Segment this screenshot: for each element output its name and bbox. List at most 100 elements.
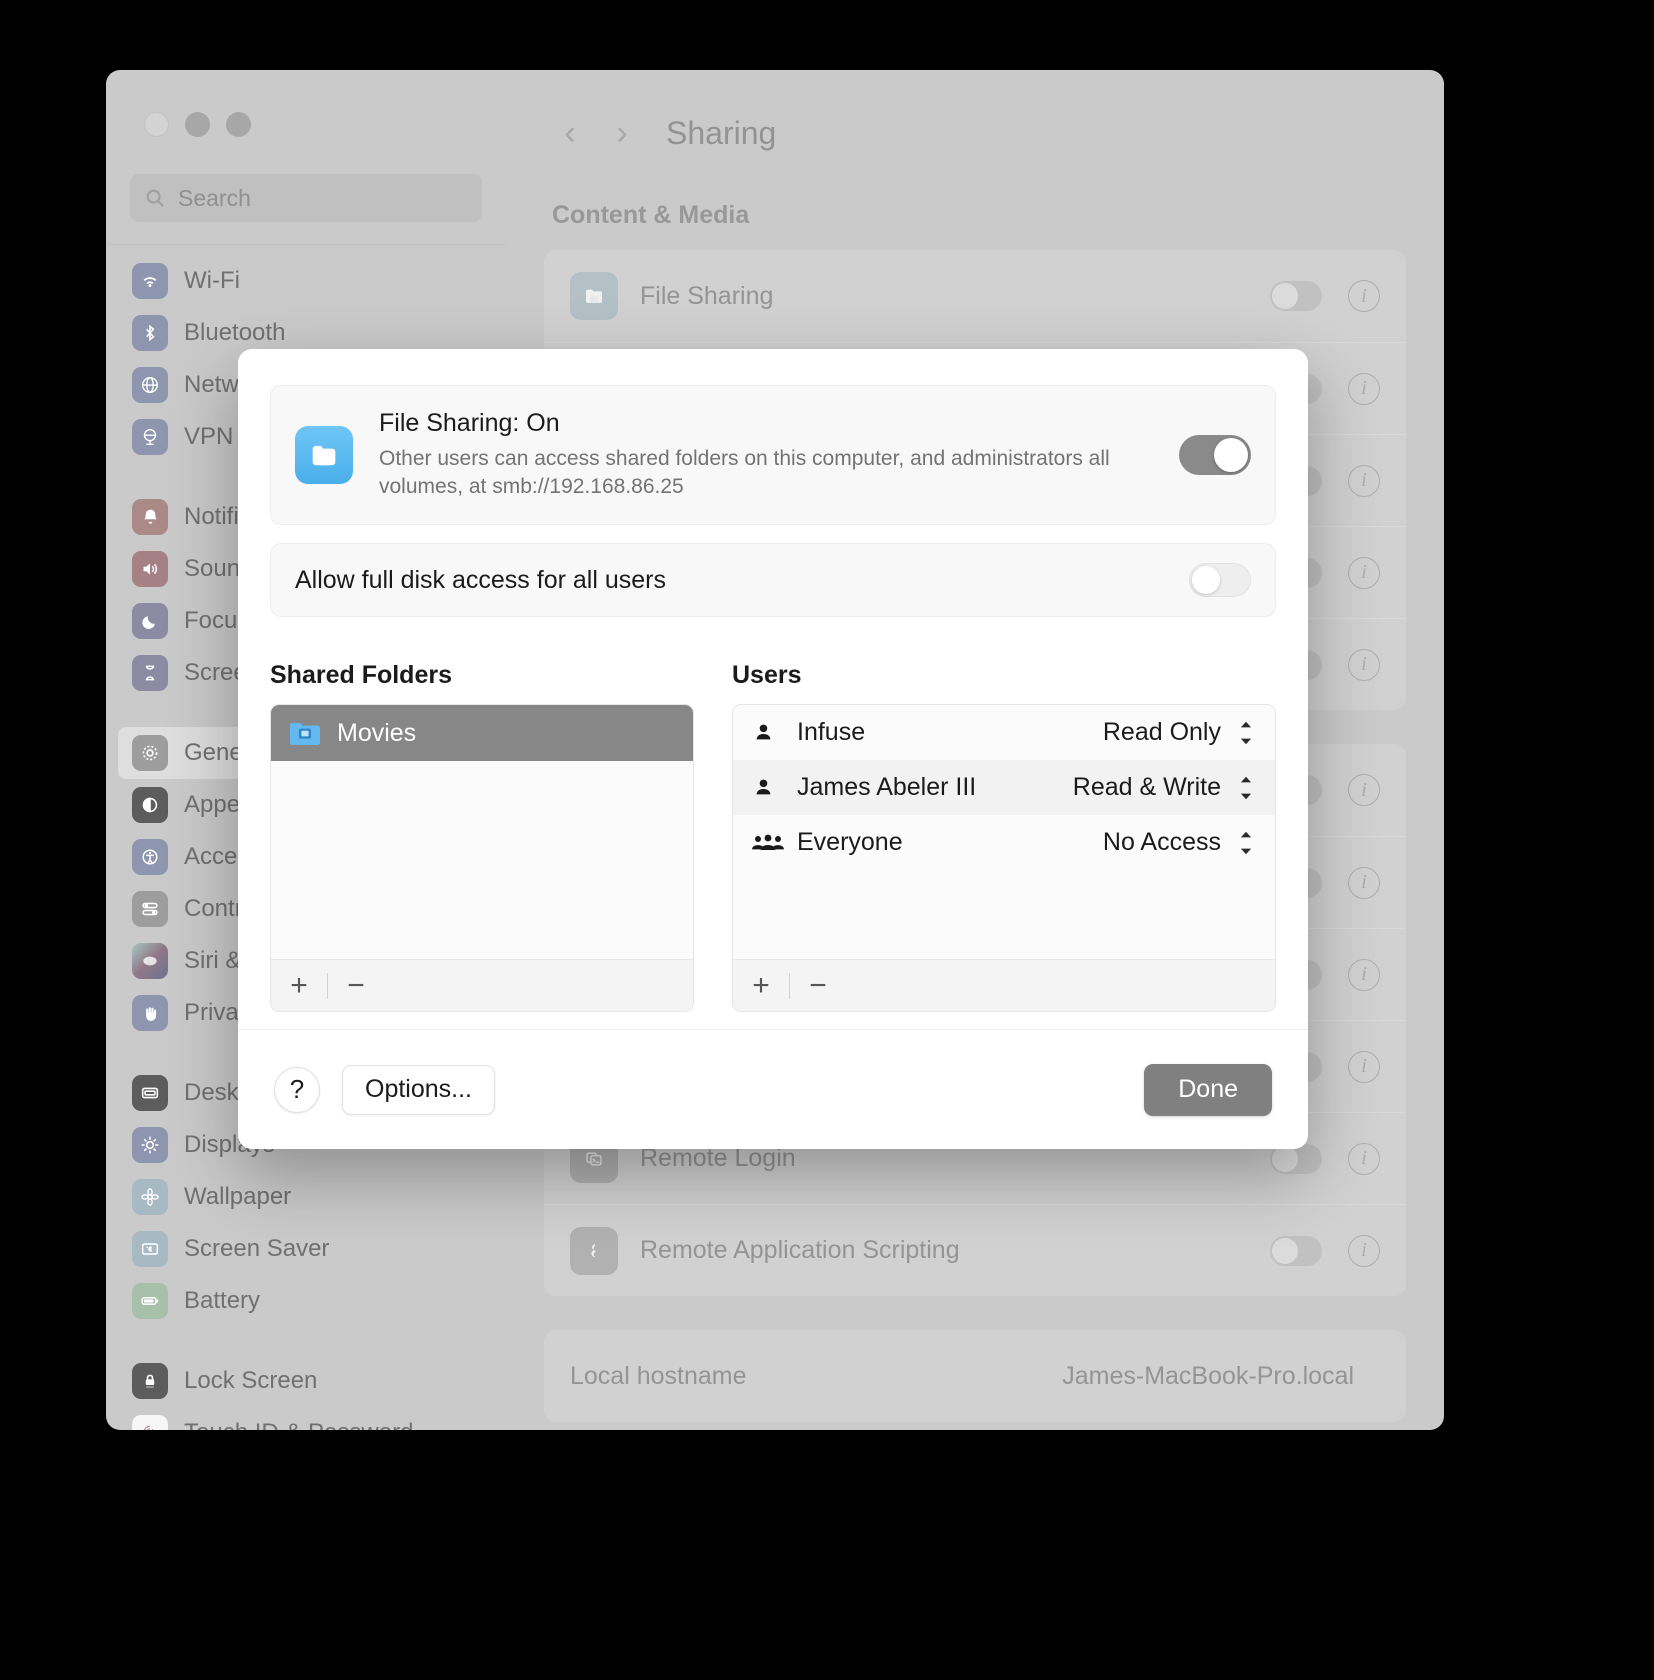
- banner-title: File Sharing: On: [379, 409, 1179, 438]
- remove-user-button[interactable]: −: [790, 960, 846, 1011]
- search-field[interactable]: Search: [130, 174, 482, 222]
- stepper-up-down-icon[interactable]: [1235, 716, 1257, 750]
- users-footer: + −: [733, 959, 1275, 1011]
- zoom-button[interactable]: [226, 112, 251, 137]
- sidebar-item-touch-id-password[interactable]: Touch ID & Password: [118, 1407, 494, 1430]
- sidebar-item-lock-screen[interactable]: Lock Screen: [118, 1355, 494, 1407]
- table-row[interactable]: Everyone No Access: [733, 815, 1275, 870]
- bell-icon: [132, 499, 168, 535]
- full-disk-access-label: Allow full disk access for all users: [295, 566, 1189, 595]
- settings-row-remote-app-scripting[interactable]: Remote Application Scripting i: [544, 1204, 1406, 1296]
- banner-description: Other users can access shared folders on…: [379, 445, 1179, 502]
- globe-icon: [132, 367, 168, 403]
- sidebar-item-label: Wi-Fi: [184, 267, 240, 295]
- banner-text: File Sharing: On Other users can access …: [379, 409, 1179, 502]
- desktop-dock-icon: [132, 1075, 168, 1111]
- gear-icon: [132, 735, 168, 771]
- forward-button[interactable]: ›: [600, 114, 644, 153]
- sidebar-item-label: Touch ID & Password: [184, 1419, 413, 1430]
- sidebar-item-wallpaper[interactable]: Wallpaper: [118, 1171, 494, 1223]
- user-name: Everyone: [797, 828, 1103, 857]
- sidebar-item-battery[interactable]: Battery: [118, 1275, 494, 1327]
- control-center-icon: [132, 891, 168, 927]
- info-icon[interactable]: i: [1348, 280, 1380, 312]
- lock-icon: [132, 1363, 168, 1399]
- battery-icon: [132, 1283, 168, 1319]
- file-sharing-icon: [295, 426, 353, 484]
- users-rows: Infuse Read Only James Abeler I: [733, 705, 1275, 959]
- user-name: Infuse: [797, 718, 1103, 747]
- hostname-card: Local hostname James-MacBook-Pro.local: [544, 1330, 1406, 1422]
- remote-app-scripting-toggle[interactable]: [1270, 1236, 1322, 1266]
- users-list: Infuse Read Only James Abeler I: [732, 704, 1276, 1012]
- sidebar-item-screen-saver[interactable]: Screen Saver: [118, 1223, 494, 1275]
- group-icon: [751, 831, 789, 855]
- wifi-icon: [132, 263, 168, 299]
- shared-folders-title: Shared Folders: [270, 661, 694, 690]
- minimize-button[interactable]: [185, 112, 210, 137]
- shared-folders-rows: Movies: [271, 705, 693, 959]
- bluetooth-icon: [132, 315, 168, 351]
- file-sharing-toggle[interactable]: [1179, 435, 1251, 475]
- search-icon: [144, 187, 166, 209]
- section-label: Content & Media: [552, 201, 1444, 230]
- hourglass-icon: [132, 655, 168, 691]
- lists-area: Shared Folders: [270, 661, 1276, 1012]
- sidebar-item-label: Screen Saver: [184, 1235, 329, 1263]
- wallpaper-icon: [132, 1179, 168, 1215]
- vpn-globe-icon: [132, 419, 168, 455]
- window-traffic-lights: [106, 70, 506, 137]
- sidebar-item-label: VPN: [184, 423, 233, 451]
- remote-app-scripting-icon: [570, 1227, 618, 1275]
- shared-folders-panel: Shared Folders: [270, 661, 694, 1012]
- done-button[interactable]: Done: [1144, 1064, 1272, 1116]
- page-title: Sharing: [666, 115, 776, 152]
- info-icon[interactable]: i: [1348, 959, 1380, 991]
- info-icon[interactable]: i: [1348, 649, 1380, 681]
- info-icon[interactable]: i: [1348, 774, 1380, 806]
- settings-row-file-sharing[interactable]: File Sharing i: [544, 250, 1406, 342]
- movies-folder-icon: [289, 720, 321, 747]
- brightness-icon: [132, 1127, 168, 1163]
- sheet-footer: ? Options... Done: [238, 1029, 1308, 1149]
- info-icon[interactable]: i: [1348, 1143, 1380, 1175]
- settings-row-local-hostname[interactable]: Local hostname James-MacBook-Pro.local: [544, 1330, 1406, 1422]
- content-header: ‹ › Sharing: [506, 70, 1444, 153]
- list-item[interactable]: Movies: [271, 705, 693, 761]
- back-button[interactable]: ‹: [548, 114, 592, 153]
- table-row[interactable]: Infuse Read Only: [733, 705, 1275, 760]
- options-button[interactable]: Options...: [342, 1065, 495, 1115]
- settings-row-label: Remote Application Scripting: [640, 1236, 1270, 1265]
- stepper-up-down-icon[interactable]: [1235, 771, 1257, 805]
- moon-icon: [132, 603, 168, 639]
- person-icon: [751, 775, 789, 800]
- info-icon[interactable]: i: [1348, 867, 1380, 899]
- file-sharing-toggle[interactable]: [1270, 281, 1322, 311]
- help-button[interactable]: ?: [274, 1067, 320, 1113]
- stepper-up-down-icon[interactable]: [1235, 826, 1257, 860]
- sidebar-item-label: Bluetooth: [184, 319, 285, 347]
- add-user-button[interactable]: +: [733, 960, 789, 1011]
- accessibility-icon: [132, 839, 168, 875]
- close-button[interactable]: [144, 112, 169, 137]
- fingerprint-icon: [132, 1415, 168, 1430]
- info-icon[interactable]: i: [1348, 465, 1380, 497]
- speaker-icon: [132, 551, 168, 587]
- remove-shared-folder-button[interactable]: −: [328, 960, 384, 1011]
- settings-row-label: File Sharing: [640, 282, 1270, 311]
- info-icon[interactable]: i: [1348, 1051, 1380, 1083]
- screen: Search Wi-Fi Bluetooth: [0, 0, 1654, 1680]
- table-row[interactable]: James Abeler III Read & Write: [733, 760, 1275, 815]
- info-icon[interactable]: i: [1348, 557, 1380, 589]
- add-shared-folder-button[interactable]: +: [271, 960, 327, 1011]
- full-disk-access-toggle[interactable]: [1189, 563, 1251, 597]
- full-disk-access-row: Allow full disk access for all users: [270, 543, 1276, 617]
- user-permission: Read & Write: [1073, 773, 1221, 802]
- users-panel: Users Infuse Read Only: [732, 661, 1276, 1012]
- sidebar-item-wifi[interactable]: Wi-Fi: [118, 255, 494, 307]
- info-icon[interactable]: i: [1348, 373, 1380, 405]
- users-title: Users: [732, 661, 1276, 690]
- local-hostname-label: Local hostname: [570, 1362, 1062, 1391]
- info-icon[interactable]: i: [1348, 1235, 1380, 1267]
- sidebar-item-label: Lock Screen: [184, 1367, 317, 1395]
